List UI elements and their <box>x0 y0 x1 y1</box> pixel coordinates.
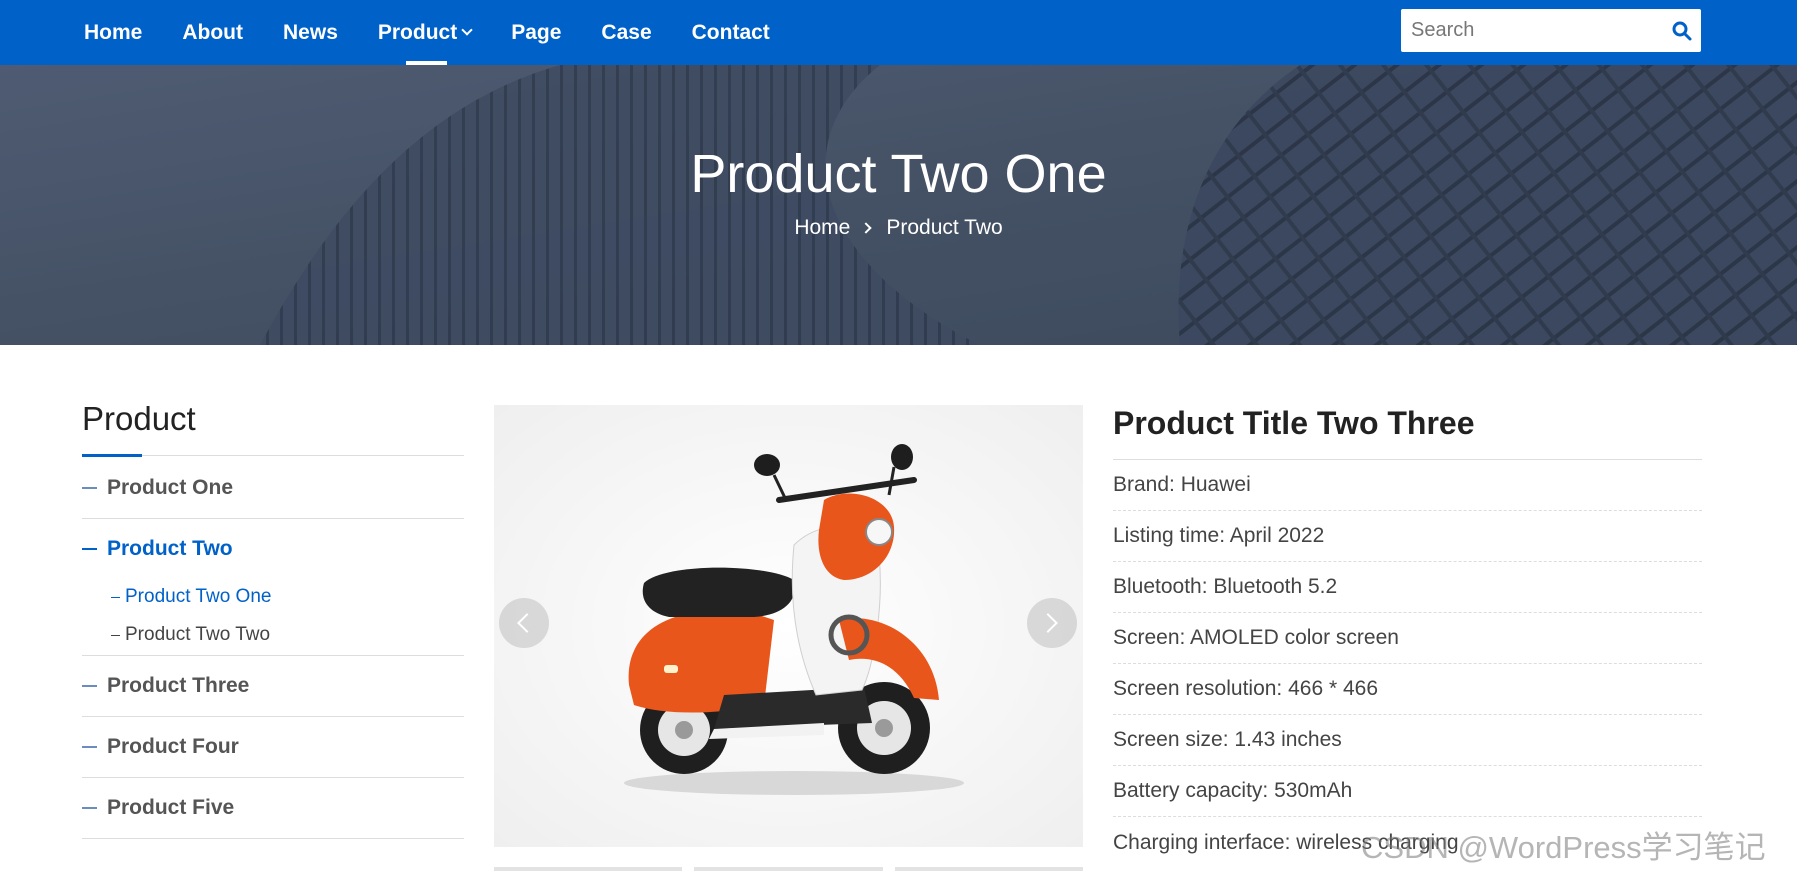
dash-icon <box>82 807 97 809</box>
nav-home-label: Home <box>84 20 143 44</box>
nav-product[interactable]: Product <box>377 0 473 65</box>
category-link[interactable]: Product One <box>82 458 464 518</box>
product-image-carousel <box>494 405 1083 847</box>
thumbnail[interactable] <box>494 867 683 871</box>
dash-icon <box>82 487 97 489</box>
subcategory-label: Product Two One <box>125 586 272 607</box>
category-product-two: Product Two Product Two One Product Two … <box>82 519 464 656</box>
category-label: Product Five <box>107 796 235 819</box>
carousel-thumbnails <box>494 867 1083 871</box>
watermark: CSDN @WordPress学习笔记 <box>1361 830 1766 865</box>
nav-home[interactable]: Home <box>84 0 142 65</box>
dash-icon <box>111 634 120 636</box>
nav-news-label: News <box>283 20 338 44</box>
chevron-down-icon <box>461 24 473 36</box>
hero-banner: Product Two One Home Product Two <box>0 65 1797 345</box>
thumbnail[interactable] <box>894 867 1083 871</box>
subcategory-product-two-two[interactable]: Product Two Two <box>82 615 464 655</box>
product-title: Product Title Two Three <box>1113 400 1702 460</box>
spec-screen: Screen: AMOLED color screen <box>1113 613 1702 664</box>
breadcrumb: Home Product Two <box>0 216 1797 240</box>
spec-battery-capacity: Battery capacity: 530mAh <box>1113 766 1702 817</box>
dash-icon <box>82 746 97 748</box>
carousel-prev-button[interactable] <box>499 598 549 648</box>
category-label: Product Three <box>107 674 250 697</box>
product-details: Product Title Two Three Brand: Huawei Li… <box>1113 400 1702 868</box>
breadcrumb-home[interactable]: Home <box>794 216 850 240</box>
category-label: Product Four <box>107 735 239 758</box>
chevron-right-icon <box>860 222 873 234</box>
subcategory-product-two-one[interactable]: Product Two One <box>82 579 464 615</box>
chevron-left-icon <box>517 613 537 633</box>
carousel-next-button[interactable] <box>1027 598 1077 648</box>
main-nav: Home About News Product Page Case Contac… <box>84 0 810 65</box>
nav-contact-label: Contact <box>691 20 770 44</box>
search-input[interactable] <box>1401 9 1661 52</box>
spec-brand: Brand: Huawei <box>1113 460 1702 511</box>
nav-contact[interactable]: Contact <box>692 0 770 65</box>
nav-news[interactable]: News <box>283 0 338 65</box>
spec-listing-time: Listing time: April 2022 <box>1113 511 1702 562</box>
nav-case[interactable]: Case <box>601 0 651 65</box>
spec-screen-resolution: Screen resolution: 466 * 466 <box>1113 664 1702 715</box>
page-title: Product Two One <box>690 144 1107 204</box>
category-product-three: Product Three <box>82 656 464 717</box>
spec-bluetooth: Bluetooth: Bluetooth 5.2 <box>1113 562 1702 613</box>
nav-about[interactable]: About <box>182 0 243 65</box>
spec-screen-size: Screen size: 1.43 inches <box>1113 715 1702 766</box>
category-product-four: Product Four <box>82 717 464 778</box>
category-link[interactable]: Product Three <box>82 656 464 716</box>
category-link[interactable]: Product Two <box>82 519 464 579</box>
category-label: Product One <box>107 476 234 499</box>
thumbnail[interactable] <box>694 867 883 871</box>
sidebar-title-underline <box>82 454 142 457</box>
nav-case-label: Case <box>601 20 652 44</box>
building-background-image <box>0 65 1797 345</box>
subcategory-label: Product Two Two <box>125 624 271 645</box>
search-box <box>1401 9 1701 52</box>
top-navigation-bar: Home About News Product Page Case Contac… <box>0 0 1797 65</box>
sidebar-title: Product <box>82 400 196 437</box>
chevron-right-icon <box>1038 613 1058 633</box>
category-product-five: Product Five <box>82 778 464 839</box>
dash-icon <box>82 685 97 687</box>
dash-icon <box>111 596 120 598</box>
category-link[interactable]: Product Four <box>82 717 464 777</box>
category-product-one: Product One <box>82 458 464 519</box>
scooter-product-image <box>494 405 1083 847</box>
nav-about-label: About <box>182 20 244 44</box>
nav-page[interactable]: Page <box>511 0 561 65</box>
breadcrumb-product-two[interactable]: Product Two <box>886 216 1002 240</box>
category-link[interactable]: Product Five <box>82 778 464 838</box>
nav-product-label: Product <box>377 20 458 44</box>
dash-icon <box>82 548 97 550</box>
product-category-sidebar: Product Product One Product Two Product … <box>82 400 464 839</box>
search-icon[interactable] <box>1671 20 1693 42</box>
category-label: Product Two <box>107 537 233 560</box>
nav-page-label: Page <box>511 20 562 44</box>
